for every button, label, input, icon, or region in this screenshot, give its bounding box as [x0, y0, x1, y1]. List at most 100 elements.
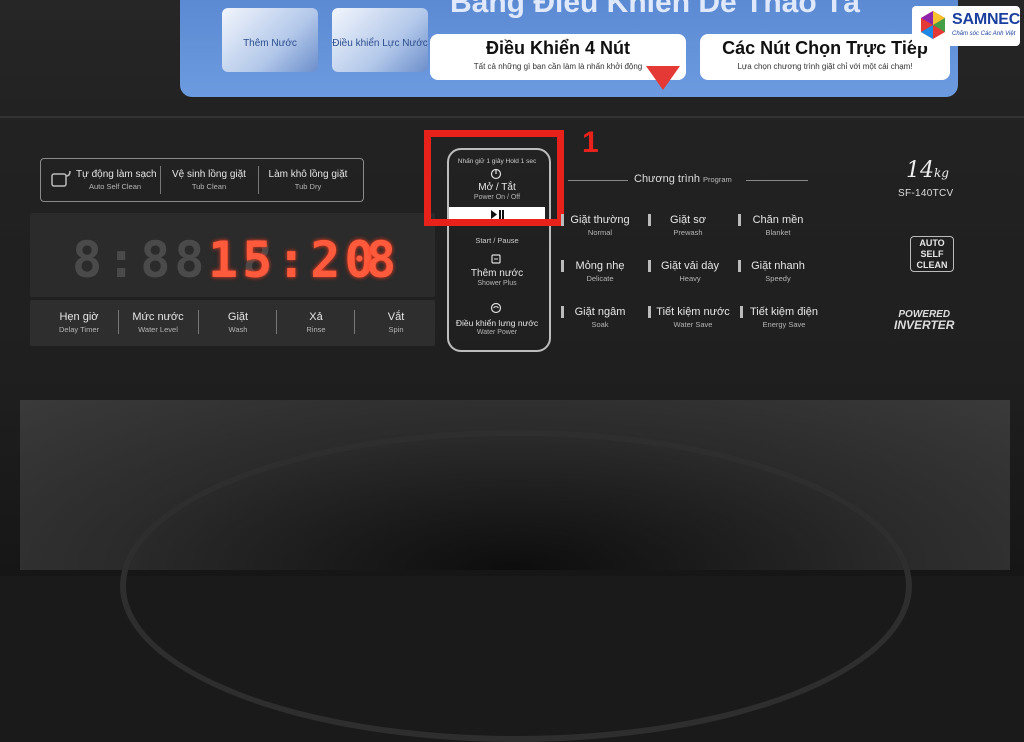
card-title: Điều Khiển 4 Nút [485, 38, 630, 58]
highlight-box [424, 130, 564, 226]
water-power-thumbnail: Điều khiển Lực Nước [332, 8, 428, 72]
program-water-save-button[interactable]: Tiết kiệm nước Water Save [652, 306, 734, 329]
button-label-vn: Làm khô lồng giặt [268, 169, 348, 180]
button-label-en: Water Power [476, 329, 518, 336]
capacity-unit: kg [934, 166, 949, 180]
shower-icon [491, 254, 501, 264]
program-label-vn: Giặt ngâm [574, 306, 626, 318]
program-label-vn: Tiết kiệm nước [656, 306, 730, 318]
divider [118, 310, 119, 334]
button-label-vn: Tự động làm sạch [76, 169, 157, 180]
divider [160, 166, 161, 194]
program-label-vn: Tiết kiệm điện [749, 306, 819, 318]
program-line-left [568, 180, 628, 181]
program-marker [738, 260, 741, 272]
program-title-en: Program [703, 175, 732, 184]
tub-dry-button[interactable]: Làm khô lồng giặt Tub Dry [262, 169, 354, 191]
program-label-en: Normal [587, 228, 613, 237]
highlight-number: 1 [582, 126, 599, 159]
led-display: 8:88 8 15:20 8 [30, 213, 435, 297]
inverter-logo: POWERED INVERTER [894, 310, 955, 332]
thumb-label: Thêm Nước [243, 38, 297, 49]
logo-hex-icon [921, 11, 945, 39]
tub-clean-icon [51, 170, 71, 187]
water-level-button[interactable]: Mức nước Water Level [122, 311, 194, 334]
program-label-vn: Giặt nhanh [751, 260, 805, 272]
program-label-en: Water Save [673, 320, 713, 329]
program-blanket-button[interactable]: Chăn mền Blanket [742, 214, 814, 237]
pointer-triangle-icon [646, 66, 680, 90]
program-delicate-button[interactable]: Mỏng nhẹ Delicate [564, 260, 636, 283]
button-label-vn: Mức nước [132, 311, 184, 323]
banner-title: Bảng Điều Khiển Dễ Thao Tá [450, 0, 861, 19]
divider [276, 310, 277, 334]
divider [354, 310, 355, 334]
add-water-thumbnail: Thêm Nước [222, 8, 318, 72]
program-normal-button[interactable]: Giặt thường Normal [564, 214, 636, 237]
badge-line: CLEAN [916, 260, 948, 270]
thumb-label: Điều khiển Lực Nước [332, 38, 428, 49]
program-label-en: Speedy [765, 274, 791, 283]
spin-button[interactable]: Vắt Spin [360, 311, 432, 334]
display-time: 15:20 [208, 231, 379, 289]
button-label-en: Delay Timer [58, 325, 99, 334]
auto-self-clean-badge: AUTO SELF CLEAN [910, 236, 954, 272]
program-title-vn: Chương trình [634, 173, 700, 185]
program-heavy-button[interactable]: Giặt vải dày Heavy [652, 260, 728, 283]
card-subtitle: Lựa chọn chương trình giặt chỉ với một c… [737, 62, 913, 71]
divider [258, 166, 259, 194]
program-label-vn: Giặt vải dày [660, 260, 720, 272]
button-label-en: Tub Dry [294, 182, 322, 191]
panel-divider [0, 116, 1024, 118]
button-label-vn: Xả [309, 311, 323, 323]
button-label-vn: Vắt [387, 311, 405, 323]
program-label-en: Delicate [586, 274, 614, 283]
capacity-value: 14 [906, 158, 934, 183]
button-label-vn: Hẹn giờ [59, 311, 99, 323]
drum-rim [120, 430, 912, 742]
program-marker [648, 214, 651, 226]
badge-line: SELF [920, 249, 944, 259]
shower-plus-button[interactable]: Thêm nước Shower Plus [449, 268, 545, 287]
program-energy-save-button[interactable]: Tiết kiệm điện Energy Save [744, 306, 824, 329]
program-label-en: Energy Save [762, 320, 806, 329]
wash-button[interactable]: Giặt Wash [202, 311, 274, 334]
program-marker [648, 306, 651, 318]
program-title: Chương trình Program [634, 173, 732, 185]
button-label-vn: Giặt [227, 311, 249, 323]
button-label-vn: Điều khiển lưng nước [455, 318, 539, 328]
auto-self-clean-button[interactable]: Tự động làm sạch Auto Self Clean [76, 169, 157, 191]
button-label-en: Water Level [138, 325, 178, 334]
divider [198, 310, 199, 334]
program-label-en: Soak [591, 320, 609, 329]
program-prewash-button[interactable]: Giặt sơ Prewash [652, 214, 724, 237]
button-label-en: Rinse [306, 325, 326, 334]
model-number: SF-140TCV [898, 188, 954, 199]
delay-timer-button[interactable]: Hẹn giờ Delay Timer [44, 311, 114, 334]
badge-line: AUTO [919, 238, 945, 248]
program-label-vn: Chăn mền [752, 214, 804, 226]
logo-name: SAMNEC [952, 11, 1021, 28]
program-line-right [746, 180, 808, 181]
button-label-vn: Thêm nước [470, 268, 524, 279]
button-label-en: Spin [388, 325, 404, 334]
display-remaining: 8 [366, 231, 401, 289]
feature-banner: Bảng Điều Khiển Dễ Thao Tá Thêm Nước Điề… [180, 0, 958, 97]
logo-tagline: Chăm sóc Các Anh Việt [952, 31, 1016, 37]
program-label-vn: Mỏng nhẹ [575, 260, 625, 272]
start-pause-button[interactable]: Start / Pause [449, 236, 545, 245]
tub-clean-button[interactable]: Vệ sinh lồng giặt Tub Clean [164, 169, 254, 191]
rinse-button[interactable]: Xả Rinse [280, 311, 352, 334]
capacity-label: 14kg [906, 158, 949, 183]
button-label-en: Tub Clean [191, 182, 227, 191]
program-marker [738, 214, 741, 226]
program-soak-button[interactable]: Giặt ngâm Soak [564, 306, 636, 329]
button-label-vn: Vệ sinh lồng giặt [172, 169, 246, 180]
button-label-en: Wash [228, 325, 248, 334]
program-marker [740, 306, 743, 318]
inverter-bottom: INVERTER [894, 318, 955, 332]
water-power-button[interactable]: Điều khiển lưng nước Water Power [449, 318, 545, 336]
button-label-en: Auto Self Clean [88, 182, 142, 191]
water-power-icon [490, 302, 502, 314]
program-speedy-button[interactable]: Giặt nhanh Speedy [742, 260, 814, 283]
